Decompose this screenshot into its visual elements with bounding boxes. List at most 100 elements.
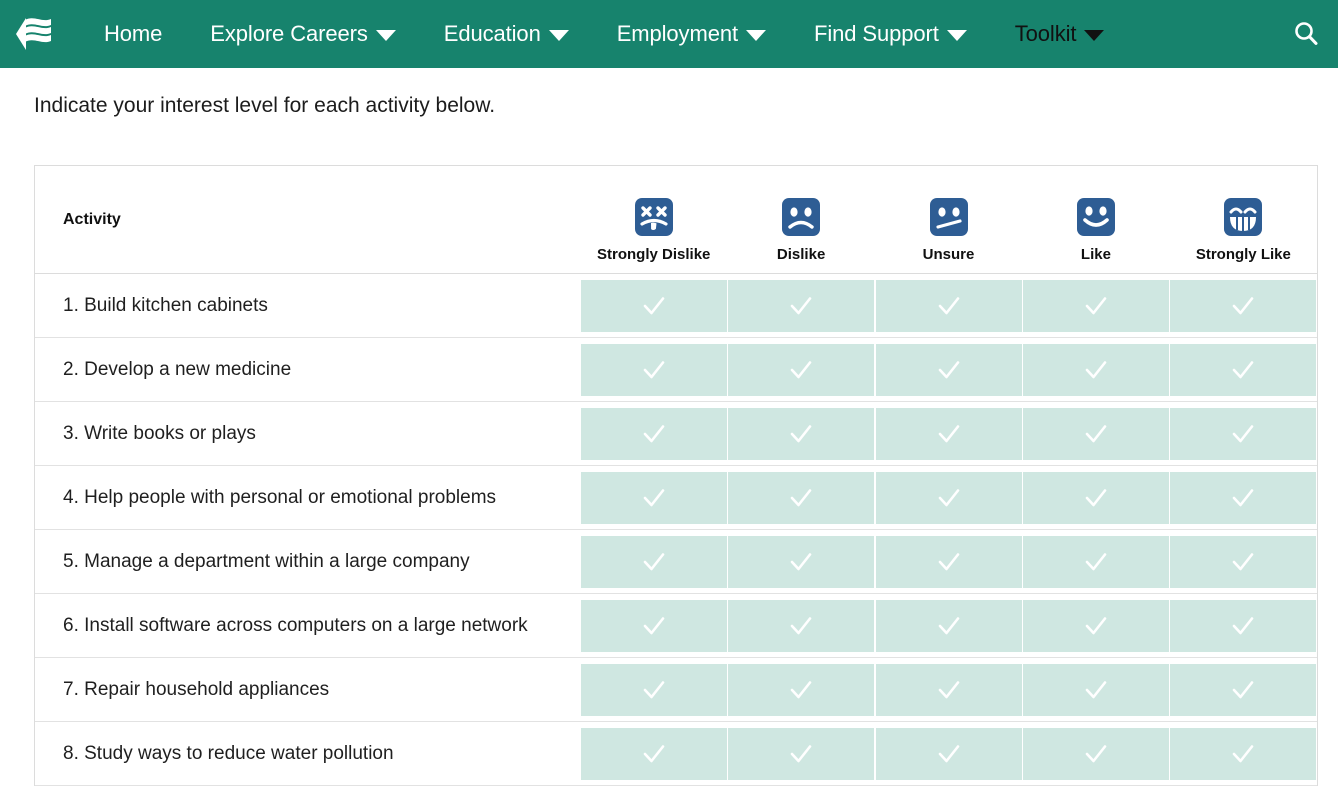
rating-checkbox[interactable] xyxy=(581,408,727,460)
rating-cell-unsure xyxy=(875,402,1022,465)
chevron-down-icon xyxy=(746,30,766,41)
search-button[interactable] xyxy=(1284,12,1328,56)
check-icon xyxy=(934,355,964,385)
nav-item-explore-careers[interactable]: Explore Careers xyxy=(186,0,419,68)
check-icon xyxy=(934,419,964,449)
rating-checkbox[interactable] xyxy=(1170,408,1316,460)
rating-checkbox[interactable] xyxy=(876,344,1022,396)
rating-cell-dislike xyxy=(727,530,874,593)
check-icon xyxy=(639,419,669,449)
rating-checkbox[interactable] xyxy=(1023,600,1169,652)
rating-cell-strongly-dislike xyxy=(580,594,727,657)
table-row: 5. Manage a department within a large co… xyxy=(35,530,1317,594)
face-strongly-like-icon xyxy=(1220,194,1266,240)
rating-checkbox[interactable] xyxy=(728,728,874,780)
rating-cell-strongly-dislike xyxy=(580,402,727,465)
check-icon xyxy=(1081,483,1111,513)
rating-cell-strongly-like xyxy=(1170,338,1317,401)
search-icon xyxy=(1291,19,1321,49)
rating-checkbox[interactable] xyxy=(1170,728,1316,780)
table-row: 4. Help people with personal or emotiona… xyxy=(35,466,1317,530)
rating-checkbox[interactable] xyxy=(1170,344,1316,396)
check-icon xyxy=(1081,739,1111,769)
header-cell-dislike: Dislike xyxy=(727,166,874,273)
rating-checkbox[interactable] xyxy=(728,600,874,652)
page-content: Indicate your interest level for each ac… xyxy=(0,68,1338,786)
rating-cell-unsure xyxy=(875,338,1022,401)
top-navigation-bar: Home Explore Careers Education Employmen… xyxy=(0,0,1338,68)
rating-cell-like xyxy=(1022,338,1169,401)
rating-cell-like xyxy=(1022,722,1169,785)
rating-checkbox[interactable] xyxy=(876,664,1022,716)
rating-cell-strongly-like xyxy=(1170,274,1317,337)
rating-checkbox[interactable] xyxy=(581,728,727,780)
rating-checkbox[interactable] xyxy=(876,600,1022,652)
rating-checkbox[interactable] xyxy=(581,280,727,332)
rating-cell-strongly-like xyxy=(1170,530,1317,593)
nav-item-label: Education xyxy=(444,21,541,47)
nav-item-employment[interactable]: Employment xyxy=(593,0,790,68)
rating-checkbox[interactable] xyxy=(876,472,1022,524)
rating-cell-strongly-dislike xyxy=(580,658,727,721)
rating-checkbox[interactable] xyxy=(581,536,727,588)
site-logo[interactable] xyxy=(0,0,68,68)
rating-checkbox[interactable] xyxy=(728,536,874,588)
rating-cell-dislike xyxy=(727,722,874,785)
activity-cell: 6. Install software across computers on … xyxy=(35,594,580,657)
rating-checkbox[interactable] xyxy=(1170,280,1316,332)
check-icon xyxy=(1081,675,1111,705)
nav-links: Home Explore Careers Education Employmen… xyxy=(80,0,1128,68)
check-icon xyxy=(934,675,964,705)
check-icon xyxy=(1228,675,1258,705)
rating-checkbox[interactable] xyxy=(876,536,1022,588)
rating-checkbox[interactable] xyxy=(1023,472,1169,524)
check-icon xyxy=(1228,611,1258,641)
check-icon xyxy=(1228,355,1258,385)
rating-checkbox[interactable] xyxy=(876,728,1022,780)
rating-checkbox[interactable] xyxy=(876,280,1022,332)
check-icon xyxy=(786,739,816,769)
rating-checkbox[interactable] xyxy=(1170,536,1316,588)
rating-checkbox[interactable] xyxy=(1170,600,1316,652)
rating-cell-strongly-dislike xyxy=(580,466,727,529)
rating-checkbox[interactable] xyxy=(1023,536,1169,588)
check-icon xyxy=(639,355,669,385)
check-icon xyxy=(1081,355,1111,385)
rating-cell-strongly-like xyxy=(1170,722,1317,785)
rating-checkbox[interactable] xyxy=(581,600,727,652)
rating-checkbox[interactable] xyxy=(728,408,874,460)
rating-checkbox[interactable] xyxy=(728,664,874,716)
rating-checkbox[interactable] xyxy=(1023,408,1169,460)
rating-checkbox[interactable] xyxy=(728,280,874,332)
rating-checkbox[interactable] xyxy=(1023,728,1169,780)
rating-checkbox[interactable] xyxy=(581,664,727,716)
rating-checkbox[interactable] xyxy=(1023,280,1169,332)
table-row: 7. Repair household appliances xyxy=(35,658,1317,722)
instruction-text: Indicate your interest level for each ac… xyxy=(34,68,1304,119)
face-strongly-dislike-icon xyxy=(631,194,677,240)
rating-checkbox[interactable] xyxy=(1170,472,1316,524)
rating-column-label: Like xyxy=(1081,246,1111,263)
nav-item-label: Home xyxy=(104,21,162,47)
nav-item-home[interactable]: Home xyxy=(80,0,186,68)
header-cell-strongly-like: Strongly Like xyxy=(1170,166,1317,273)
nav-item-label: Toolkit xyxy=(1015,21,1077,47)
rating-checkbox[interactable] xyxy=(728,344,874,396)
check-icon xyxy=(934,611,964,641)
rating-checkbox[interactable] xyxy=(1023,344,1169,396)
nav-item-find-support[interactable]: Find Support xyxy=(790,0,991,68)
nav-item-toolkit[interactable]: Toolkit xyxy=(991,0,1129,68)
rating-checkbox[interactable] xyxy=(1023,664,1169,716)
rating-cell-unsure xyxy=(875,466,1022,529)
nav-item-education[interactable]: Education xyxy=(420,0,593,68)
rating-checkbox[interactable] xyxy=(876,408,1022,460)
rating-checkbox[interactable] xyxy=(1170,664,1316,716)
rating-checkbox[interactable] xyxy=(581,472,727,524)
rating-checkbox[interactable] xyxy=(581,344,727,396)
nav-item-label: Find Support xyxy=(814,21,939,47)
check-icon xyxy=(1081,547,1111,577)
rating-cell-dislike xyxy=(727,338,874,401)
check-icon xyxy=(934,547,964,577)
check-icon xyxy=(639,291,669,321)
rating-checkbox[interactable] xyxy=(728,472,874,524)
